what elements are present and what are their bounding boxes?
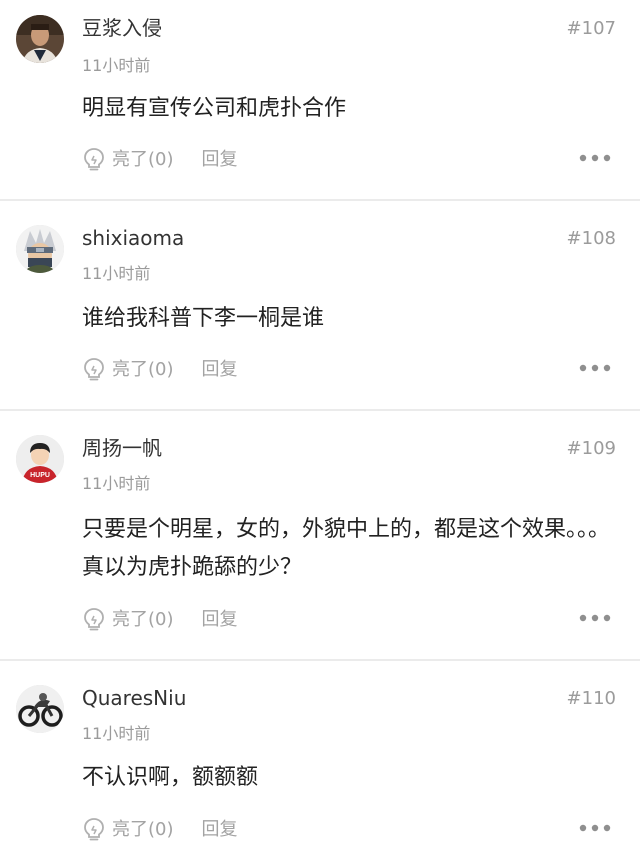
more-options-icon[interactable] (578, 613, 612, 623)
more-options-icon[interactable] (578, 823, 612, 833)
lightbulb-icon (84, 358, 104, 381)
light-count: 亮了(0) (112, 149, 174, 170)
comment-actions: 亮了(0) 回复 (82, 605, 616, 635)
avatar[interactable]: HUPU (16, 435, 64, 483)
comment-actions: 亮了(0) 回复 (82, 355, 616, 385)
comment-item: HUPU 周扬一帆 #109 11小时前 只要是个明星，女的，外貌中上的，都是这… (0, 411, 640, 659)
lightbulb-icon (84, 818, 104, 841)
light-button[interactable]: 亮了(0) (82, 607, 174, 633)
lightbulb-icon (84, 608, 104, 631)
reply-button[interactable]: 回复 (202, 607, 238, 633)
timestamp: 11小时前 (82, 56, 151, 75)
floor-number: #109 (566, 438, 616, 459)
lightbulb-icon (84, 148, 104, 171)
avatar-man-photo-icon (16, 15, 64, 63)
avatar-motorcycle-icon (16, 685, 64, 733)
light-count: 亮了(0) (112, 609, 174, 630)
light-count: 亮了(0) (112, 819, 174, 840)
username[interactable]: shixiaoma (82, 226, 184, 250)
comment-content: 不认识啊，额额额 (82, 765, 259, 790)
more-options-icon[interactable] (578, 363, 612, 373)
light-button[interactable]: 亮了(0) (82, 357, 174, 383)
reply-button[interactable]: 回复 (202, 357, 238, 383)
avatar[interactable] (16, 685, 64, 733)
username[interactable]: 周扬一帆 (82, 436, 162, 460)
comment-item: QuaresNiu #110 11小时前 不认识啊，额额额 亮了(0) 回复 (0, 661, 640, 855)
timestamp: 11小时前 (82, 724, 151, 743)
username[interactable]: 豆浆入侵 (82, 16, 162, 40)
username[interactable]: QuaresNiu (82, 686, 186, 710)
avatar-hupu-default-icon: HUPU (16, 435, 64, 483)
floor-number: #108 (566, 228, 616, 249)
floor-number: #110 (566, 688, 616, 709)
timestamp: 11小时前 (82, 474, 151, 493)
comment-content: 明显有宣传公司和虎扑合作 (82, 96, 347, 121)
comment-item: shixiaoma #108 11小时前 谁给我科普下李一桐是谁 亮了(0) 回… (0, 201, 640, 409)
light-button[interactable]: 亮了(0) (82, 817, 174, 843)
avatar-anime-ninja-icon (16, 225, 64, 273)
comment-actions: 亮了(0) 回复 (82, 815, 616, 845)
light-button[interactable]: 亮了(0) (82, 147, 174, 173)
comment-content: 谁给我科普下李一桐是谁 (82, 306, 325, 331)
comment-item: 豆浆入侵 #107 11小时前 明显有宣传公司和虎扑合作 亮了(0) 回复 (0, 0, 640, 199)
light-count: 亮了(0) (112, 359, 174, 380)
avatar[interactable] (16, 15, 64, 63)
floor-number: #107 (566, 18, 616, 39)
reply-button[interactable]: 回复 (202, 147, 238, 173)
more-options-icon[interactable] (578, 153, 612, 163)
timestamp: 11小时前 (82, 264, 151, 283)
avatar[interactable] (16, 225, 64, 273)
svg-text:HUPU: HUPU (30, 472, 50, 479)
comment-content: 只要是个明星，女的，外貌中上的，都是这个效果。。。真以为虎扑跪舔的少？ (82, 517, 611, 580)
reply-button[interactable]: 回复 (202, 817, 238, 843)
comment-actions: 亮了(0) 回复 (82, 145, 616, 175)
